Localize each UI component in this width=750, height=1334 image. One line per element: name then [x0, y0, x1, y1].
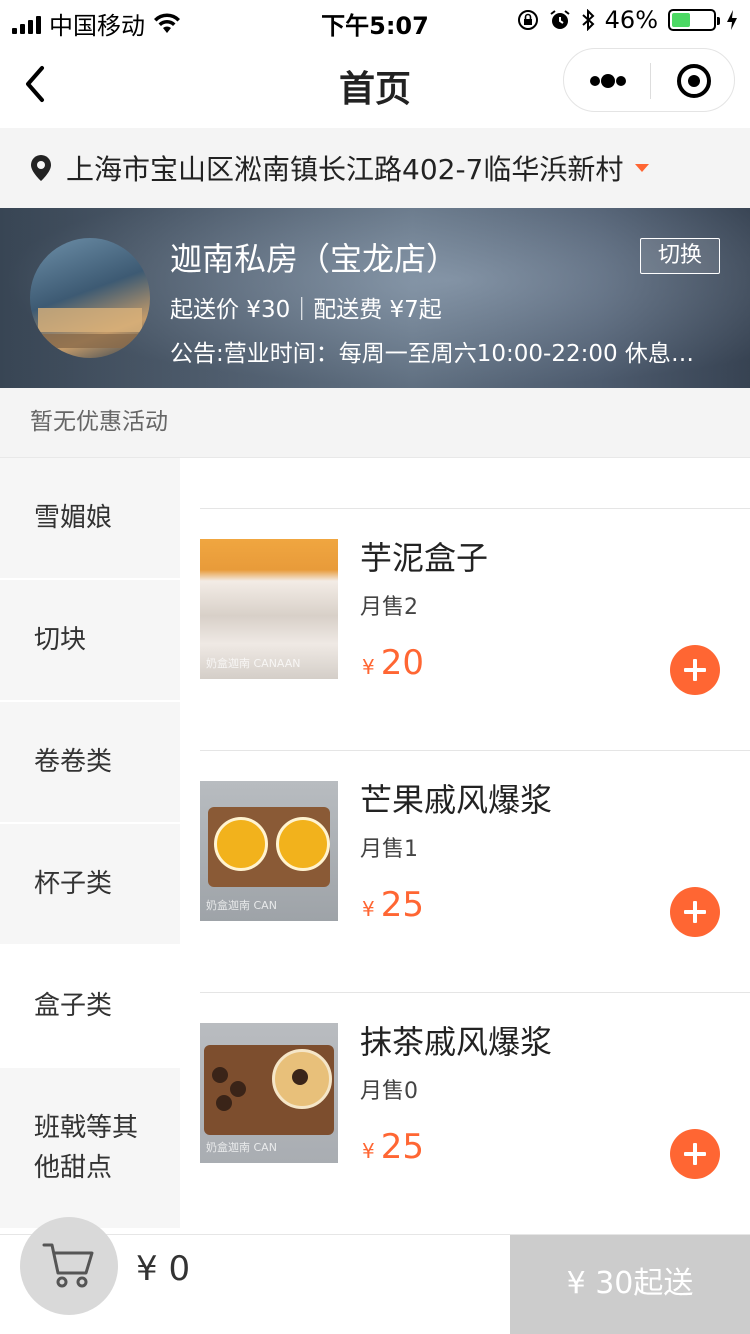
product-sales: 月售2: [360, 595, 418, 620]
category-sidebar: 雪媚娘 切块 卷卷类 杯子类 盒子类 班戟等其他甜点: [0, 458, 180, 1234]
product-card[interactable]: 奶盒迦南 CAN 抹茶戚风爆浆 月售0 ¥ 25: [200, 992, 750, 1234]
product-sales: 月售1: [360, 837, 418, 862]
category-item-active[interactable]: 盒子类: [0, 946, 180, 1066]
cart-bar: ¥ 0 ¥ 30起送: [0, 1217, 750, 1334]
product-image: 奶盒迦南 CAN: [200, 1023, 338, 1163]
store-name: 迦南私房（宝龙店）: [170, 240, 459, 278]
battery-percent: 46%: [604, 6, 658, 34]
target-circle-icon[interactable]: [676, 63, 712, 99]
address-text: 上海市宝山区淞南镇长江路402-7临华浜新村: [66, 153, 624, 186]
cart-button[interactable]: [20, 1217, 118, 1315]
plus-icon[interactable]: [670, 887, 720, 937]
product-name: 芋泥盒子: [360, 539, 489, 577]
product-name: 芒果戚风爆浆: [360, 781, 553, 819]
charging-icon: [727, 10, 737, 30]
promo-banner: 暂无优惠活动: [0, 388, 750, 458]
location-pin-icon: [31, 155, 51, 181]
category-item[interactable]: 班戟等其他甜点: [0, 1068, 180, 1228]
battery-icon: [668, 9, 720, 31]
bluetooth-icon: [581, 9, 595, 31]
more-dots-icon[interactable]: [588, 69, 628, 93]
rotation-lock-icon: [517, 10, 538, 30]
product-card[interactable]: 奶盒迦南 CANAAN 芋泥盒子 月售2 ¥ 20: [200, 508, 750, 750]
image-watermark: 奶盒迦南 CAN: [206, 1141, 277, 1154]
product-list: 奶盒迦南 CANAAN 芋泥盒子 月售2 ¥ 20 奶盒迦南 CAN 芒果戚风爆…: [180, 458, 750, 1234]
checkout-button[interactable]: ¥ 30起送: [510, 1235, 750, 1334]
miniprogram-capsule: [563, 48, 735, 112]
store-notice: 公告:营业时间：每周一至周六10:00-22:00 休息日：周日: [170, 341, 715, 367]
price-amount: 20: [380, 643, 424, 683]
product-image: 奶盒迦南 CAN: [200, 781, 338, 921]
store-avatar: [30, 238, 150, 358]
status-bar: 中国移动 下午5:07 46%: [0, 0, 750, 40]
product-sales: 月售0: [360, 1079, 418, 1104]
category-item[interactable]: 雪媚娘: [0, 458, 180, 578]
shopping-cart-icon: [42, 1243, 94, 1288]
switch-store-button[interactable]: 切换: [640, 238, 720, 274]
image-watermark: 奶盒迦南 CANAAN: [206, 657, 301, 670]
product-name: 抹茶戚风爆浆: [360, 1023, 553, 1061]
caret-down-icon: [635, 164, 650, 172]
image-watermark: 奶盒迦南 CAN: [206, 899, 277, 912]
product-image: 奶盒迦南 CANAAN: [200, 539, 338, 679]
delivery-address[interactable]: 上海市宝山区淞南镇长江路402-7临华浜新村: [0, 128, 750, 208]
cart-total: ¥ 0: [136, 1249, 191, 1289]
plus-icon[interactable]: [670, 645, 720, 695]
category-item[interactable]: 切块: [0, 580, 180, 700]
currency-symbol: ¥: [362, 1139, 375, 1163]
currency-symbol: ¥: [362, 655, 375, 679]
plus-icon[interactable]: [670, 1129, 720, 1179]
currency-symbol: ¥: [362, 897, 375, 921]
store-header: 迦南私房（宝龙店） 起送价 ¥30｜配送费 ¥7起 公告:营业时间：每周一至周六…: [0, 208, 750, 388]
product-price: ¥ 25: [362, 885, 424, 925]
product-price: ¥ 25: [362, 1127, 424, 1167]
status-right: 46%: [517, 6, 738, 34]
category-item[interactable]: 杯子类: [0, 824, 180, 944]
navigation-bar: 首页: [0, 40, 750, 128]
capsule-divider: [650, 63, 651, 99]
product-card[interactable]: 奶盒迦南 CAN 芒果戚风爆浆 月售1 ¥ 25: [200, 750, 750, 992]
price-amount: 25: [380, 1127, 424, 1167]
category-item[interactable]: 卷卷类: [0, 702, 180, 822]
product-price: ¥ 20: [362, 643, 424, 683]
alarm-icon: [550, 10, 570, 29]
price-amount: 25: [380, 885, 424, 925]
store-fee-info: 起送价 ¥30｜配送费 ¥7起: [170, 297, 442, 323]
